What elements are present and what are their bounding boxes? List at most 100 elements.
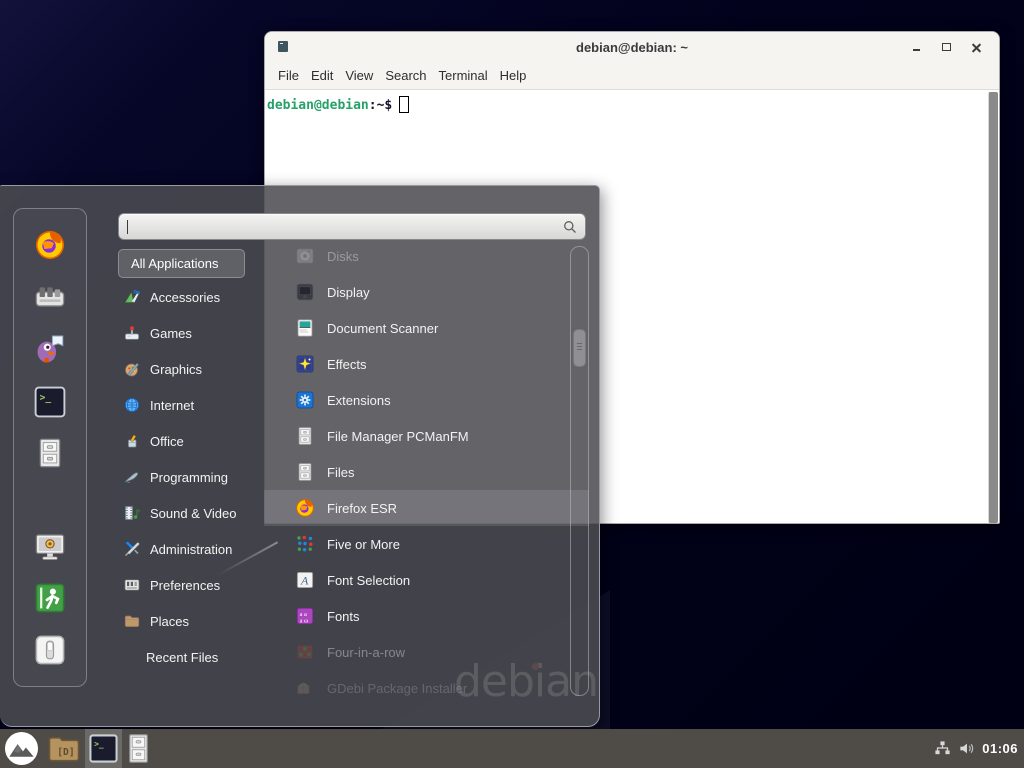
- app-label: Font Selection: [327, 573, 410, 588]
- file-cabinet-icon: [295, 426, 315, 446]
- file-manager-launcher[interactable]: [D]: [43, 729, 85, 768]
- app-four-in-a-row[interactable]: Four-in-a-row: [264, 634, 589, 670]
- app-file-manager-pcmanfm[interactable]: File Manager PCManFM: [264, 418, 589, 454]
- category-office[interactable]: Office: [110, 423, 262, 459]
- preferences-icon: [124, 577, 140, 593]
- maximize-icon: [942, 43, 951, 51]
- category-accessories[interactable]: Accessories: [110, 279, 262, 315]
- category-sound-video[interactable]: Sound & Video: [110, 495, 262, 531]
- app-disks[interactable]: Disks: [264, 238, 589, 274]
- app-fonts[interactable]: a aa ω Fonts: [264, 598, 589, 634]
- category-recent-files[interactable]: Recent Files: [110, 639, 262, 675]
- category-label: Sound & Video: [150, 506, 237, 521]
- category-label: Preferences: [150, 578, 220, 593]
- terminal-favorite-button[interactable]: >_: [33, 387, 67, 421]
- terminal-window-icon: [278, 41, 288, 52]
- terminal-window-button[interactable]: >_: [85, 729, 122, 768]
- terminal-scrollbar[interactable]: [988, 92, 998, 523]
- category-list: Accessories Games Graphics Internet Office Pr…: [110, 279, 262, 675]
- menu-button[interactable]: [0, 729, 43, 768]
- category-label: Games: [150, 326, 192, 341]
- file-manager-favorite-button[interactable]: [33, 438, 67, 472]
- sound-video-icon: [124, 505, 140, 521]
- app-label: Five or More: [327, 537, 400, 552]
- app-label: File Manager PCManFM: [327, 429, 469, 444]
- app-label: Fonts: [327, 609, 360, 624]
- office-icon: [124, 433, 140, 449]
- category-programming[interactable]: Programming: [110, 459, 262, 495]
- control-center-favorite-button[interactable]: [33, 282, 67, 316]
- app-files[interactable]: Files: [264, 454, 589, 490]
- terminal-title: debian@debian: ~: [576, 40, 688, 55]
- log-out-button[interactable]: [33, 583, 67, 617]
- svg-text:>_: >_: [94, 739, 104, 748]
- category-games[interactable]: Games: [110, 315, 262, 351]
- files-window-button[interactable]: [122, 729, 155, 768]
- terminal-menu-search[interactable]: Search: [379, 68, 432, 83]
- desktop: debian debian@debian: ~ FileEditViewSear…: [0, 0, 1024, 768]
- minimize-icon: [913, 49, 920, 51]
- display-icon: [295, 282, 315, 302]
- application-menu: >_ All Applications Accessories Games Grap…: [0, 185, 600, 727]
- all-applications-button[interactable]: All Applications: [118, 249, 245, 278]
- app-effects[interactable]: Effects: [264, 346, 589, 382]
- network-icon[interactable]: [934, 740, 951, 757]
- app-extensions[interactable]: Extensions: [264, 382, 589, 418]
- app-five-or-more[interactable]: Five or More: [264, 526, 589, 562]
- system-tray: 01:06: [934, 729, 1024, 768]
- prompt-path: :~$: [369, 98, 392, 113]
- terminal-menu-edit[interactable]: Edit: [305, 68, 339, 83]
- category-label: Internet: [150, 398, 194, 413]
- category-preferences[interactable]: Preferences: [110, 567, 262, 603]
- app-label: Disks: [327, 249, 359, 264]
- terminal-menu-terminal[interactable]: Terminal: [433, 68, 494, 83]
- applications-scrollbar[interactable]: [570, 246, 589, 696]
- terminal-cursor: [399, 96, 409, 113]
- file-cabinet-icon: [295, 462, 315, 482]
- app-document-scanner[interactable]: Document Scanner: [264, 310, 589, 346]
- scrollbar-handle[interactable]: [573, 329, 586, 367]
- close-button[interactable]: [961, 36, 991, 58]
- svg-text:A: A: [300, 574, 309, 588]
- volume-icon[interactable]: [958, 740, 975, 757]
- app-display[interactable]: Display: [264, 274, 589, 310]
- terminal-menu-help[interactable]: Help: [494, 68, 533, 83]
- disks-icon: [295, 246, 315, 266]
- font-selection-icon: A: [295, 570, 315, 590]
- category-places[interactable]: Places: [110, 603, 262, 639]
- lock-screen-button[interactable]: [33, 532, 67, 566]
- category-graphics[interactable]: Graphics: [110, 351, 262, 387]
- firefox-favorite-button[interactable]: [33, 230, 67, 264]
- five-or-more-icon: [295, 534, 315, 554]
- app-label: GDebi Package Installer: [327, 681, 467, 696]
- terminal-menu-file[interactable]: File: [272, 68, 305, 83]
- close-icon: [972, 43, 981, 52]
- shut-down-button[interactable]: [33, 635, 67, 669]
- file-cabinet-icon: [34, 437, 66, 474]
- control-center-icon: [34, 281, 66, 318]
- search-input[interactable]: [118, 213, 586, 240]
- accessories-icon: [124, 289, 140, 305]
- app-font-selection[interactable]: A Font Selection: [264, 562, 589, 598]
- category-internet[interactable]: Internet: [110, 387, 262, 423]
- app-label: Files: [327, 465, 354, 480]
- maximize-button[interactable]: [931, 36, 961, 58]
- app-gdebi-package-installer[interactable]: GDebi Package Installer: [264, 670, 589, 706]
- category-label: Programming: [150, 470, 228, 485]
- document-scanner-icon: [295, 318, 315, 338]
- minimize-button[interactable]: [901, 36, 931, 58]
- taskbar-clock[interactable]: 01:06: [982, 741, 1018, 756]
- games-icon: [124, 325, 140, 341]
- firefox-icon: [295, 498, 315, 518]
- terminal-menu-view[interactable]: View: [339, 68, 379, 83]
- app-firefox-esr[interactable]: Firefox ESR: [264, 490, 589, 526]
- log-out-icon: [34, 582, 66, 619]
- terminal-titlebar[interactable]: debian@debian: ~: [265, 32, 999, 62]
- folder-d-icon: [D]: [47, 734, 81, 763]
- fonts-icon: a aa ω: [295, 606, 315, 626]
- lock-screen-icon: [34, 531, 66, 568]
- cabinet-small-icon: [126, 733, 151, 764]
- gdebi-icon: [295, 678, 315, 698]
- text-caret: [127, 220, 128, 234]
- pidgin-favorite-button[interactable]: [33, 333, 67, 367]
